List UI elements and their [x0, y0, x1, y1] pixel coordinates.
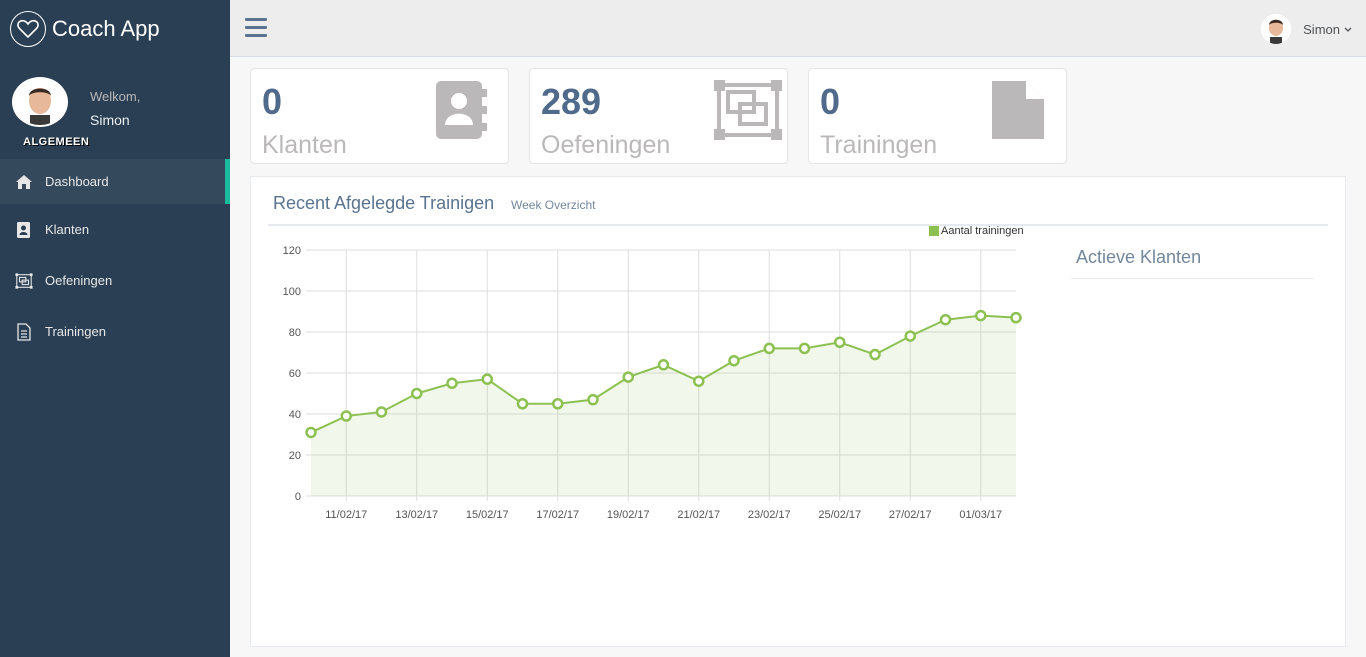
chart-legend: Aantal trainingen [929, 225, 1024, 237]
object-group-icon [15, 272, 33, 290]
tile-count: 289 [541, 81, 602, 122]
data-point [1010, 311, 1022, 324]
home-icon [15, 173, 33, 191]
y-tick-label: 120 [283, 245, 301, 257]
data-point [375, 406, 388, 418]
section-label: ALGEMEEN [23, 136, 90, 148]
brand-name: Coach App [52, 16, 160, 41]
x-tick-label: 11/02/17 [325, 509, 367, 521]
sidebar-nav: Dashboard Klanten Oefeningen Trainingen [0, 159, 230, 357]
avatar [1261, 14, 1292, 44]
x-tick-label: 25/02/17 [818, 509, 861, 521]
heart-logo-icon [10, 11, 46, 47]
tile-label: Klanten [262, 131, 347, 159]
x-tick-label: 17/02/17 [536, 509, 579, 521]
file-text-icon [15, 322, 33, 341]
chart-panel: Recent Afgelegde Trainigen Week Overzich… [250, 176, 1346, 647]
stat-tile-klanten: 0 Klanten [250, 68, 509, 164]
data-point [481, 373, 493, 385]
sidebar-item-label: Oefeningen [45, 273, 113, 288]
data-point [693, 375, 705, 387]
data-point [657, 359, 670, 371]
divider [268, 224, 1328, 226]
brand[interactable]: Coach App [10, 11, 160, 47]
legend-swatch [929, 226, 939, 236]
training-chart: 0 20 40 60 80 100 120 11/02/17 13/02/17 15/02/17 1… [283, 245, 1022, 521]
hamburger-icon[interactable] [245, 18, 267, 38]
active-clients-title: Actieve Klanten [1076, 247, 1202, 267]
data-point [340, 410, 352, 422]
data-point [904, 330, 916, 342]
profile: Welkom, Simon [12, 77, 140, 128]
welcome-text: Welkom, [90, 89, 141, 104]
data-point [516, 398, 529, 410]
address-book-icon [15, 221, 33, 239]
address-book-icon [432, 79, 488, 141]
sidebar-item-trainingen[interactable]: Trainingen [0, 306, 230, 357]
data-point [728, 354, 740, 367]
avatar [12, 77, 68, 127]
sidebar-item-klanten[interactable]: Klanten [0, 204, 230, 255]
data-point [869, 348, 881, 361]
chevron-down-icon [1344, 20, 1352, 38]
data-point [411, 387, 423, 400]
y-tick-label: 60 [289, 368, 301, 380]
sidebar-item-label: Trainingen [45, 324, 106, 339]
y-tick-label: 80 [289, 327, 301, 339]
x-tick-label: 15/02/17 [466, 509, 509, 521]
data-point [763, 342, 775, 355]
data-point [939, 313, 952, 326]
data-point [622, 371, 634, 383]
data-point [446, 377, 458, 389]
stat-tile-oefeningen: 289 Oefeningen [529, 68, 788, 164]
sidebar: Coach App Welkom, Simon ALGEMEEN Dashboa… [0, 0, 230, 657]
tile-count: 0 [262, 81, 283, 122]
x-tick-label: 21/02/17 [677, 509, 720, 521]
data-point [305, 426, 317, 439]
panel-title: Recent Afgelegde Trainigen [273, 193, 495, 213]
divider [1071, 278, 1314, 279]
panel-subtitle: Week Overzicht [511, 198, 596, 212]
user-menu[interactable]: Simon [1261, 14, 1352, 44]
y-tick-label: 0 [295, 491, 301, 503]
sidebar-item-dashboard[interactable]: Dashboard [0, 159, 230, 204]
data-point [587, 393, 599, 406]
profile-username: Simon [90, 112, 130, 128]
x-tick-label: 13/02/17 [395, 509, 438, 521]
y-tick-label: 20 [289, 450, 301, 462]
file-icon [990, 79, 1046, 141]
x-tick-label: 19/02/17 [607, 509, 650, 521]
legend-label: Aantal trainingen [941, 225, 1024, 237]
tile-label: Oefeningen [541, 131, 671, 159]
tile-count: 0 [820, 81, 841, 122]
stat-tile-trainingen: 0 Trainingen [808, 68, 1067, 164]
y-tick-label: 100 [283, 286, 301, 298]
sidebar-item-label: Klanten [45, 222, 90, 237]
data-point [834, 336, 846, 348]
user-name: Simon [1303, 21, 1340, 37]
sidebar-item-oefeningen[interactable]: Oefeningen [0, 255, 230, 306]
x-tick-label: 23/02/17 [748, 509, 791, 521]
y-tick-label: 40 [289, 409, 301, 421]
data-point [552, 398, 564, 410]
sidebar-item-label: Dashboard [45, 174, 109, 189]
top-bar: Simon [230, 0, 1366, 57]
object-group-icon [713, 79, 783, 141]
tile-label: Trainingen [820, 131, 938, 159]
data-point [975, 309, 987, 322]
x-tick-label: 27/02/17 [889, 509, 932, 521]
x-tick-label: 01/03/17 [959, 509, 1002, 521]
data-point [798, 342, 811, 355]
